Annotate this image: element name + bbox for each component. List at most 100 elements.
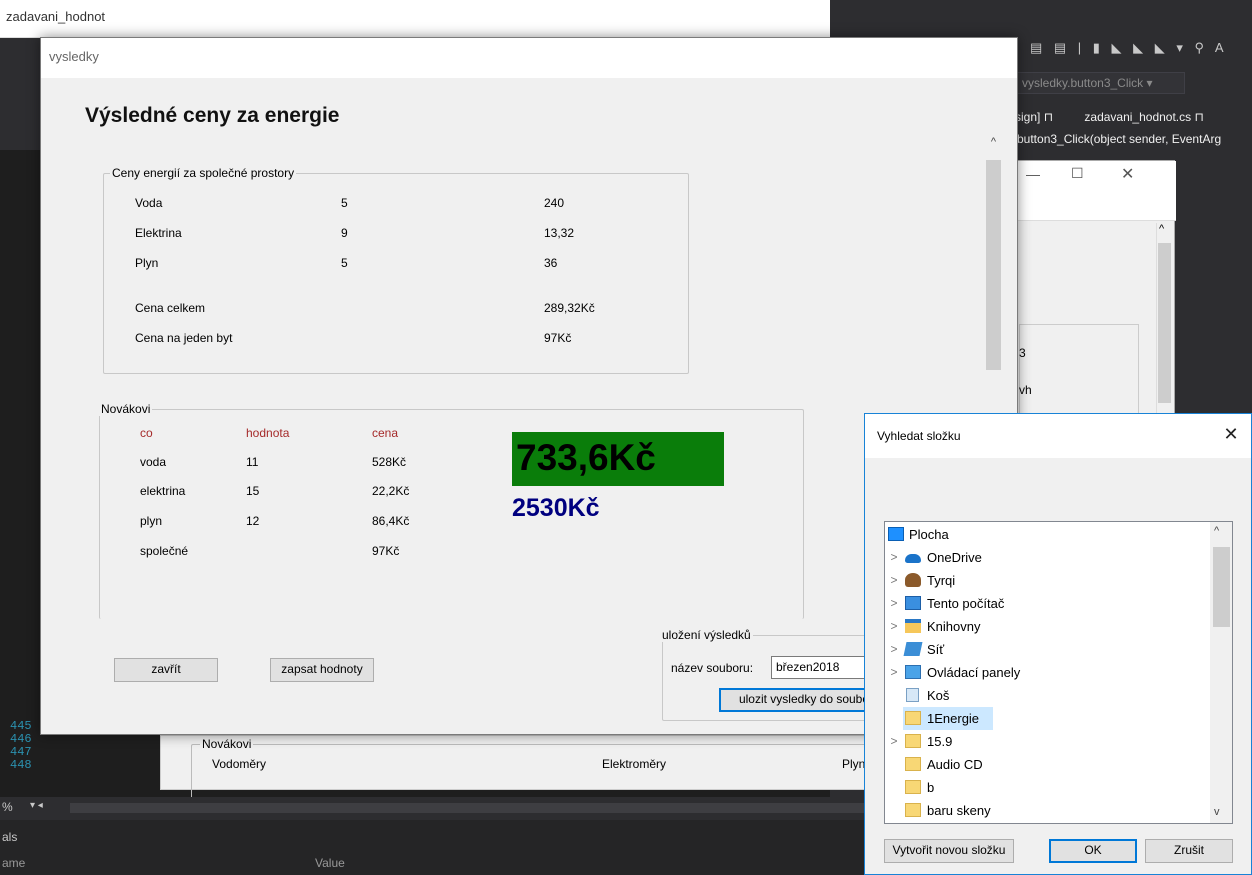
desktop-icon <box>888 527 904 541</box>
col-plyn: Plyn <box>842 757 866 771</box>
library-icon <box>905 619 921 633</box>
zoom-dropdown-icon[interactable]: ▾ ◂ <box>30 800 43 811</box>
expand-icon[interactable]: > <box>888 638 900 661</box>
close-icon[interactable]: ✕ <box>1217 424 1245 448</box>
tree-item-label: Tyrqi <box>927 573 956 588</box>
expand-icon[interactable]: > <box>888 615 900 638</box>
row-value-voda: 11 <box>246 455 259 469</box>
scroll-up-icon[interactable]: ^ <box>985 136 1002 156</box>
col-elektromery: Elektroměry <box>602 757 667 771</box>
network-icon <box>903 642 923 656</box>
background-groupbox <box>1019 324 1139 424</box>
row-value-elektrina: 15 <box>246 484 260 498</box>
col-vodomery: Vodoměry <box>212 757 267 771</box>
new-folder-button[interactable]: Vytvořit novou složku <box>884 839 1014 863</box>
locals-col-name: ame <box>2 856 26 870</box>
expand-icon[interactable]: > <box>888 730 900 753</box>
ok-button[interactable]: OK <box>1049 839 1137 863</box>
tree-item-label: baru skeny <box>927 803 991 818</box>
common-price-elektrina: 13,32 <box>544 226 575 240</box>
tree-item-1energie[interactable]: 1Energie <box>903 707 993 730</box>
tree-item-label: Síť <box>927 642 945 657</box>
row-label-plyn: plyn <box>140 514 163 528</box>
folder-icon <box>905 757 921 771</box>
per-flat-label: Cena na jeden byt <box>135 331 233 345</box>
scroll-up-icon[interactable]: ^ <box>1159 223 1164 235</box>
expand-icon[interactable]: > <box>888 569 900 592</box>
header-hodnota: hodnota <box>246 426 290 440</box>
row-value-plyn: 12 <box>246 514 260 528</box>
row-price-spolecne: 97Kč <box>372 544 400 558</box>
tree-item-label: b <box>927 780 935 795</box>
tree-item-baru-skeny[interactable]: baru skeny <box>885 799 1210 822</box>
total-label: Cena celkem <box>135 301 206 315</box>
tree-item-this-pc[interactable]: > Tento počítač <box>885 592 1210 615</box>
tab-zadavani-hodnot-cs[interactable]: zadavani_hodnot.cs <box>1084 110 1191 124</box>
tree-item-15-9[interactable]: > 15.9 <box>885 730 1210 753</box>
window-title: vysledky <box>49 49 99 64</box>
tree-item-network[interactable]: > Síť <box>885 638 1210 661</box>
common-prices-groupbox: Ceny energií za společné prostory Voda 5… <box>103 166 689 374</box>
recycle-bin-icon <box>906 688 919 702</box>
write-values-button[interactable]: zapsat hodnoty <box>270 658 374 682</box>
filename-label: název souboru: <box>671 661 754 675</box>
expand-icon[interactable]: > <box>888 661 900 684</box>
background-label-3: 3 <box>1019 346 1026 360</box>
group-title: Novákovi <box>200 737 254 751</box>
group-title: Novákovi <box>99 402 153 416</box>
zoom-level[interactable]: % <box>2 800 13 814</box>
method-navigation-dropdown[interactable]: vysledky.button3_Click ▾ <box>1015 72 1185 94</box>
tree-item-tyrqi[interactable]: > Tyrqi <box>885 569 1210 592</box>
vs-document-tabs[interactable]: sign] ⊓ zadavani_hodnot.cs ⊓ <box>1015 110 1252 130</box>
common-value-voda: 5 <box>341 196 348 210</box>
total-yearly-label: 2530Kč <box>512 494 600 522</box>
locals-col-value: Value <box>315 856 345 870</box>
per-flat-value: 97Kč <box>544 331 572 345</box>
background-form-titlebar: — ☐ ✕ <box>1001 161 1176 191</box>
header-cena: cena <box>372 426 399 440</box>
group-title: uložení výsledků <box>660 628 753 642</box>
window-title: zadavani_hodnot <box>6 9 106 24</box>
scroll-up-icon[interactable]: ^ <box>1214 525 1219 537</box>
maximize-icon[interactable]: ☐ <box>1071 165 1084 182</box>
tree-scroll-thumb[interactable] <box>1213 547 1230 627</box>
common-value-elektrina: 9 <box>341 226 348 240</box>
vs-toolbar-icons[interactable]: ▤ ▤ | ▮ ◣ ◣ ◣ ▾ ⚲ A <box>1030 40 1228 56</box>
close-icon[interactable]: ✕ <box>1121 164 1134 184</box>
tree-item-recycle-bin[interactable]: Koš <box>885 684 1210 707</box>
tree-item-plocha[interactable]: Plocha <box>885 523 1210 546</box>
code-signature-line: button3_Click(object sender, EventArg <box>1015 132 1252 152</box>
background-form-strip <box>1001 191 1176 221</box>
tree-item-label: Ovládací panely <box>927 665 1021 680</box>
expand-icon[interactable]: > <box>888 546 900 569</box>
common-price-plyn: 36 <box>544 256 558 270</box>
tree-item-b[interactable]: b <box>885 776 1210 799</box>
page-title: Výsledné ceny za energie <box>85 104 340 127</box>
scroll-down-icon[interactable]: v <box>1214 806 1220 818</box>
tree-item-libraries[interactable]: > Knihovny <box>885 615 1210 638</box>
folder-icon <box>905 803 921 817</box>
horizontal-scrollbar[interactable] <box>70 803 870 813</box>
minimize-icon[interactable]: — <box>1026 166 1040 182</box>
background-form-scroll-thumb[interactable] <box>1158 243 1171 403</box>
method-name: vysledky.button3_Click <box>1022 76 1144 90</box>
tree-item-label: Koš <box>927 688 950 703</box>
cancel-button[interactable]: Zrušit <box>1145 839 1233 863</box>
tree-item-onedrive[interactable]: > OneDrive <box>885 546 1210 569</box>
novakovi-groupbox-bg: Novákovi Vodoměry Elektroměry Plyn <box>191 737 891 804</box>
scroll-thumb[interactable] <box>986 160 1001 370</box>
tree-item-label: Audio CD <box>927 757 983 772</box>
common-label-plyn: Plyn <box>135 256 159 270</box>
close-button[interactable]: zavřít <box>114 658 218 682</box>
zadavani-hodnot-titlebar: zadavani_hodnot <box>0 0 830 38</box>
row-label-voda: voda <box>140 455 167 469</box>
tree-item-audio-cd[interactable]: Audio CD <box>885 753 1210 776</box>
dialog-titlebar: Vyhledat složku <box>865 414 1251 458</box>
common-price-voda: 240 <box>544 196 565 210</box>
tree-item-label: Plocha <box>909 527 949 542</box>
tree-item-control-panel[interactable]: > Ovládací panely <box>885 661 1210 684</box>
folder-tree[interactable]: Plocha > OneDrive > Tyrqi > Tento počíta… <box>884 521 1233 824</box>
expand-icon[interactable]: > <box>888 592 900 615</box>
tab-designer[interactable]: sign] <box>1015 110 1040 124</box>
cloud-icon <box>905 554 921 563</box>
